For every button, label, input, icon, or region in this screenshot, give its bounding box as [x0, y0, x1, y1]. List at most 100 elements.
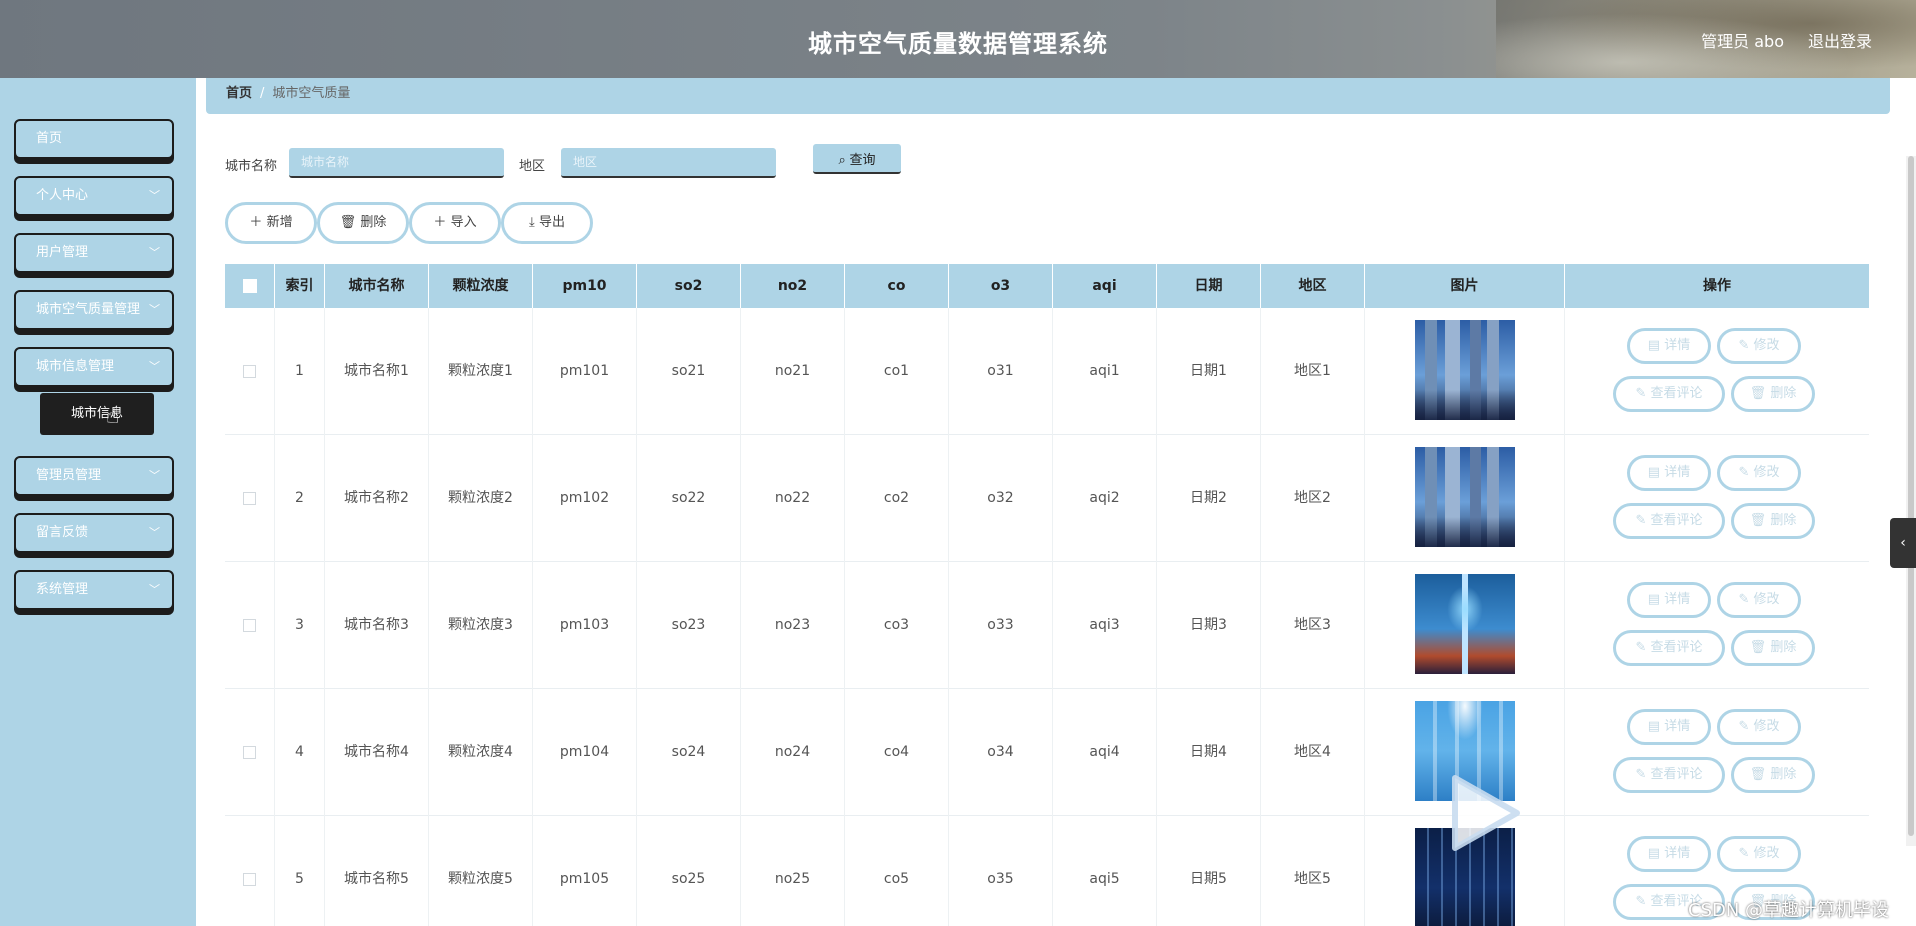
sidebar-item-admin-management[interactable]: 管理员管理 ﹀: [14, 456, 174, 496]
row-delete-button[interactable]: 🗑 删除: [1731, 630, 1815, 666]
query-button[interactable]: ⌕ 查询: [813, 144, 901, 174]
chevron-down-icon: ﹀: [149, 583, 160, 596]
cell-date: 日期5: [1157, 816, 1261, 926]
row-delete-button[interactable]: 🗑 删除: [1731, 757, 1815, 793]
document-icon: ▤: [1647, 338, 1665, 353]
edit-button[interactable]: ✎ 修改: [1717, 455, 1801, 491]
import-label: 导入: [450, 215, 477, 230]
breadcrumb-separator: /: [260, 86, 265, 101]
city-thumbnail-image[interactable]: [1414, 447, 1515, 547]
edit-button[interactable]: ✎ 修改: [1717, 709, 1801, 745]
top-header: 城市空气质量数据管理系统 管理员 abo 退出登录: [0, 0, 1916, 78]
detail-button[interactable]: ▤ 详情: [1627, 582, 1711, 618]
row-checkbox[interactable]: [225, 435, 275, 562]
city-name-label: 城市名称: [225, 159, 278, 174]
edit-button[interactable]: ✎ 修改: [1717, 836, 1801, 872]
select-all-checkbox[interactable]: [225, 264, 275, 308]
cell-area: 地区4: [1261, 689, 1365, 816]
view-comments-button[interactable]: ✎ 查看评论: [1613, 376, 1725, 412]
query-button-label: 查询: [849, 151, 876, 167]
vertical-scrollbar[interactable]: [1906, 156, 1916, 846]
pencil-icon: ✎: [1635, 894, 1651, 909]
cell-pm10: pm105: [533, 816, 637, 926]
area-label: 地区: [519, 159, 546, 174]
cell-o3: o34: [949, 689, 1053, 816]
detail-button[interactable]: ▤ 详情: [1627, 709, 1711, 745]
edit-button-label: 修改: [1753, 719, 1780, 734]
row-delete-button[interactable]: 🗑 删除: [1731, 503, 1815, 539]
view-comments-button[interactable]: ✎ 查看评论: [1613, 630, 1725, 666]
sidebar-item-label: 管理员管理: [36, 468, 102, 483]
cell-co: co3: [845, 562, 949, 689]
trash-icon: 🗑: [339, 215, 357, 230]
sidebar-item-system-management[interactable]: 系统管理 ﹀: [14, 570, 174, 610]
cell-no2: no24: [741, 689, 845, 816]
cell-co: co5: [845, 816, 949, 926]
row-checkbox[interactable]: [225, 816, 275, 926]
chevron-down-icon: ﹀: [149, 246, 160, 259]
sidebar-item-feedback[interactable]: 留言反馈 ﹀: [14, 513, 174, 553]
sidebar-item-city-info-management[interactable]: 城市信息管理 ﹀: [14, 347, 174, 387]
chevron-left-icon[interactable]: ‹: [1890, 518, 1916, 568]
search-icon: ⌕: [838, 151, 846, 167]
breadcrumb-home[interactable]: 首页: [226, 86, 252, 101]
cell-co: co1: [845, 308, 949, 435]
col-header-no2: no2: [741, 264, 845, 308]
detail-button[interactable]: ▤ 详情: [1627, 836, 1711, 872]
cell-co: co4: [845, 689, 949, 816]
cell-image: [1365, 562, 1565, 689]
table-row: 2 城市名称2 颗粒浓度2 pm102 so22 no22 co2 o32 aqi2 日期2 地区2…: [225, 435, 1869, 562]
document-icon: ▤: [1647, 465, 1665, 480]
main-content: 首页 / 城市空气质量 城市名称 地区 ⌕ 查询 ＋ 新增 🗑 删除 ＋ 导入 ⤓ …: [196, 78, 1916, 926]
sidebar-item-user-management[interactable]: 用户管理 ﹀: [14, 233, 174, 273]
cell-o3: o33: [949, 562, 1053, 689]
city-thumbnail-image[interactable]: [1414, 320, 1515, 420]
cell-pm10: pm101: [533, 308, 637, 435]
cell-so2: so24: [637, 689, 741, 816]
import-button[interactable]: ＋ 导入: [409, 202, 501, 244]
edit-button[interactable]: ✎ 修改: [1717, 328, 1801, 364]
sidebar-item-label: 用户管理: [36, 245, 89, 260]
logout-link[interactable]: 退出登录: [1808, 28, 1872, 52]
cell-actions: ▤ 详情 ✎ 修改 ✎ 查看评论 🗑 删除: [1565, 308, 1869, 435]
cell-o3: o35: [949, 816, 1053, 926]
detail-button-label: 详情: [1664, 338, 1691, 353]
sidebar-item-personal-center[interactable]: 个人中心 ﹀: [14, 176, 174, 216]
scrollbar-thumb[interactable]: [1908, 156, 1914, 836]
cell-so2: so22: [637, 435, 741, 562]
cell-no2: no21: [741, 308, 845, 435]
submenu-city-info-tooltip[interactable]: 城市信息: [40, 393, 154, 435]
city-thumbnail-image[interactable]: [1414, 574, 1515, 674]
edit-button-label: 修改: [1753, 846, 1780, 861]
breadcrumb-current: 城市空气质量: [272, 86, 351, 101]
cell-pm10: pm102: [533, 435, 637, 562]
detail-button[interactable]: ▤ 详情: [1627, 328, 1711, 364]
row-checkbox[interactable]: [225, 689, 275, 816]
col-header-particle: 颗粒浓度: [429, 264, 533, 308]
cell-particle: 颗粒浓度1: [429, 308, 533, 435]
pencil-icon: ✎: [1635, 640, 1651, 655]
cell-particle: 颗粒浓度3: [429, 562, 533, 689]
mouse-cursor-icon: ☝: [106, 404, 120, 429]
sidebar-item-label: 留言反馈: [36, 525, 89, 540]
sidebar-item-home[interactable]: 首页: [14, 119, 174, 159]
detail-button[interactable]: ▤ 详情: [1627, 455, 1711, 491]
view-comments-button[interactable]: ✎ 查看评论: [1613, 503, 1725, 539]
row-delete-button[interactable]: 🗑 删除: [1731, 376, 1815, 412]
city-name-input[interactable]: [289, 148, 504, 178]
pencil-icon: ✎: [1635, 386, 1651, 401]
area-input[interactable]: [561, 148, 776, 178]
edit-button[interactable]: ✎ 修改: [1717, 582, 1801, 618]
plus-icon: ＋: [249, 215, 263, 230]
row-checkbox[interactable]: [225, 308, 275, 435]
view-comments-button[interactable]: ✎ 查看评论: [1613, 757, 1725, 793]
add-button[interactable]: ＋ 新增: [225, 202, 317, 244]
sidebar-item-air-quality-management[interactable]: 城市空气质量管理 ﹀: [14, 290, 174, 330]
view-comments-button-label: 查看评论: [1650, 767, 1703, 782]
breadcrumb: 首页 / 城市空气质量: [206, 78, 1890, 114]
row-checkbox[interactable]: [225, 562, 275, 689]
export-button[interactable]: ⤓ 导出: [501, 202, 593, 244]
table-row: 3 城市名称3 颗粒浓度3 pm103 so23 no23 co3 o33 aqi3 日期3 地区3…: [225, 562, 1869, 689]
pencil-icon: ✎: [1738, 719, 1754, 734]
delete-button[interactable]: 🗑 删除: [317, 202, 409, 244]
